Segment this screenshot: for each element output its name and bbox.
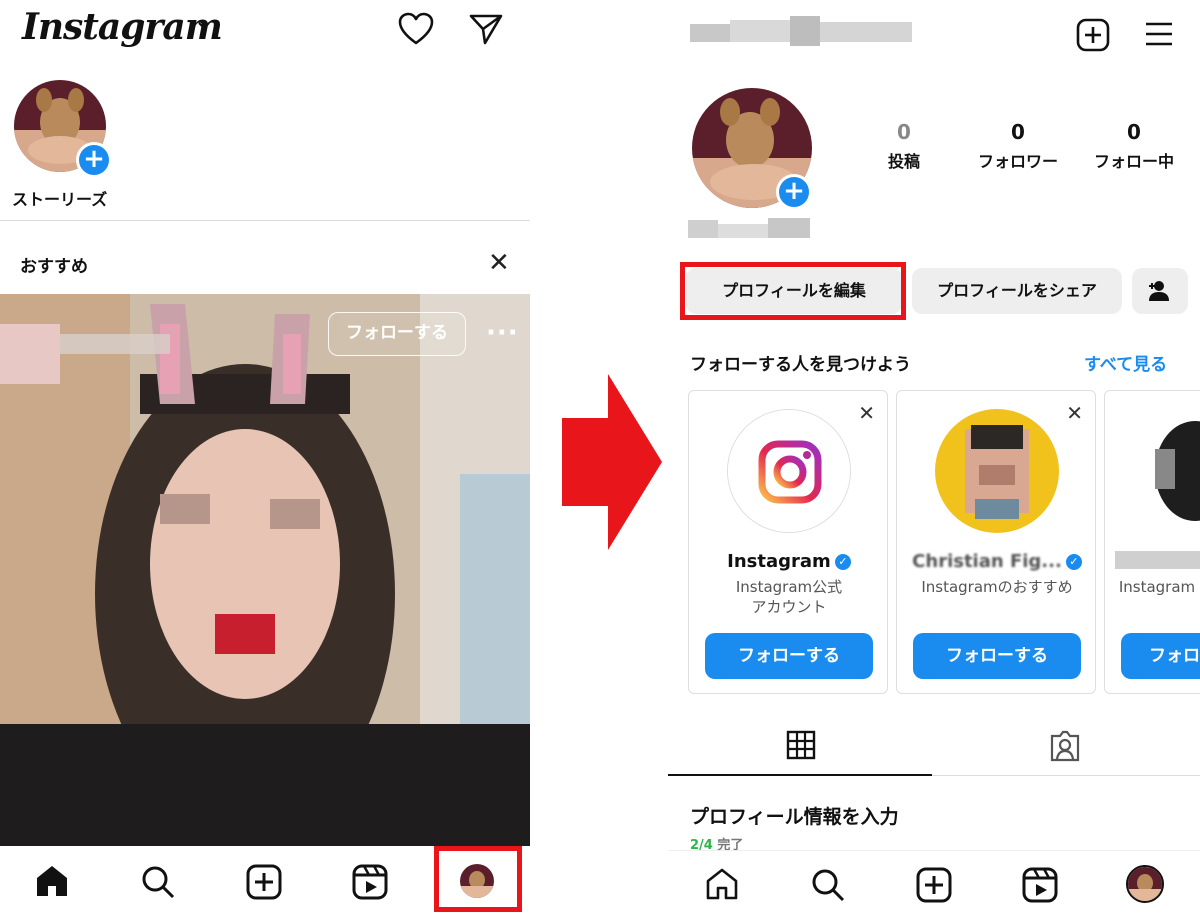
highlight-box: [680, 262, 906, 320]
suggestion-card[interactable]: ✕ Instagram ✓ Instagram公式 アカウント フォローする: [688, 390, 888, 694]
username-blurred[interactable]: [690, 14, 912, 50]
tab-divider: [932, 775, 1200, 776]
add-person-icon: [1149, 281, 1169, 301]
discover-title: フォローする人を見つけよう: [690, 355, 911, 375]
verified-icon: ✓: [834, 554, 851, 570]
instagram-logo[interactable]: Instagram: [22, 6, 223, 48]
card-name-text: Instagram: [727, 551, 831, 572]
stat-value: 0: [1127, 120, 1141, 144]
verified-icon: ✓: [1065, 554, 1082, 570]
card-subtitle: Instagram公式 アカウント: [735, 578, 843, 616]
follow-button[interactable]: フォローする: [913, 633, 1081, 679]
card-name: Instagram ✓: [689, 551, 887, 572]
stat-label: 投稿: [887, 152, 920, 171]
add-story-icon[interactable]: +: [76, 142, 112, 178]
profile-info-title: プロフィール情報を入力: [690, 806, 899, 828]
reels-icon[interactable]: [352, 864, 388, 900]
instagram-logo-icon: [727, 409, 851, 533]
card-subtitle: Instagramのおすすめ: [921, 578, 1073, 596]
stat-followers[interactable]: 0 フォロワー: [968, 120, 1068, 172]
chevron-down-icon[interactable]: [196, 20, 212, 32]
add-story-icon[interactable]: +: [776, 174, 812, 210]
search-icon[interactable]: [140, 864, 176, 900]
stat-value: 0: [1011, 120, 1025, 144]
share-profile-button[interactable]: プロフィールをシェア: [912, 268, 1122, 314]
arrow-right-icon: [562, 374, 662, 550]
close-icon[interactable]: ✕: [858, 401, 875, 425]
discover-people-button[interactable]: [1132, 268, 1188, 314]
active-tab-indicator: [668, 774, 932, 776]
display-name-blurred: [688, 218, 810, 238]
stat-label: フォロー中: [1093, 152, 1174, 171]
stat-posts[interactable]: 0 投稿: [874, 120, 934, 172]
heart-icon[interactable]: [398, 12, 434, 46]
post-image[interactable]: [0, 294, 530, 846]
stat-value: 0: [897, 120, 911, 144]
send-icon[interactable]: [468, 12, 504, 46]
suggestion-card[interactable]: ✕ Christian Fig... ✓ Instagramのおすすめ フォローす…: [896, 390, 1096, 694]
create-icon[interactable]: [246, 864, 282, 900]
grid-icon[interactable]: [786, 730, 816, 760]
suggested-user-avatar: [935, 409, 1059, 533]
home-icon[interactable]: [704, 867, 740, 901]
search-icon[interactable]: [810, 867, 846, 903]
left-screen: Instagram + ストーリーズ おすすめ ✕ フォローする ···: [0, 0, 530, 921]
reels-icon[interactable]: [1022, 867, 1058, 903]
card-name-text: Christian Fig...: [912, 551, 1062, 572]
card-subtitle: Instagram: [1118, 578, 1196, 596]
see-all-link[interactable]: すべて見る: [1084, 350, 1167, 375]
blurred-name: [1115, 551, 1200, 569]
create-icon[interactable]: [916, 867, 952, 903]
home-icon[interactable]: [34, 864, 70, 898]
divider: [0, 220, 530, 221]
bottom-nav: [668, 850, 1200, 921]
more-options-icon[interactable]: ···: [486, 318, 519, 348]
stat-following[interactable]: 0 フォロー中: [1084, 120, 1184, 172]
close-icon[interactable]: ✕: [488, 250, 510, 276]
follow-button[interactable]: フォロ: [1121, 633, 1200, 679]
highlight-box: [434, 846, 522, 912]
suggested-user-avatar: [1125, 409, 1200, 533]
follow-button[interactable]: フォローする: [328, 312, 466, 356]
card-name: Christian Fig... ✓: [897, 551, 1095, 572]
story-label: ストーリーズ: [12, 190, 108, 209]
recommended-label: おすすめ: [20, 257, 88, 277]
stat-label: フォロワー: [977, 152, 1058, 171]
suggestion-card[interactable]: Instagram フォロ: [1104, 390, 1200, 694]
follow-button[interactable]: フォローする: [705, 633, 873, 679]
right-screen: + 0 投稿 0 フォロワー 0 フォロー中 プロフィールを編集 プロフィールを…: [668, 0, 1200, 921]
close-icon[interactable]: ✕: [1066, 401, 1083, 425]
tagged-icon[interactable]: [1048, 730, 1082, 762]
profile-avatar-nav[interactable]: [1126, 865, 1164, 903]
add-icon[interactable]: [1076, 18, 1110, 52]
menu-icon[interactable]: [1144, 20, 1174, 48]
